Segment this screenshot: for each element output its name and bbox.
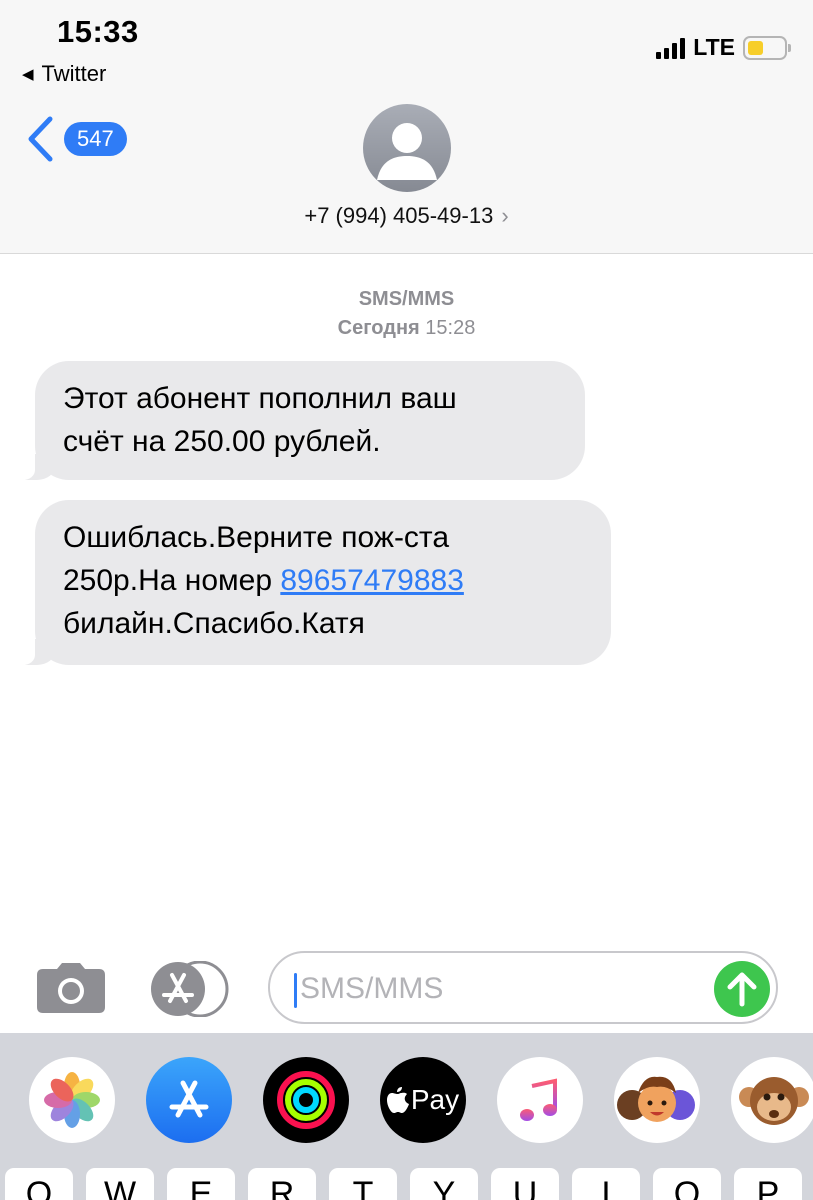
battery-icon [743,35,791,60]
music-app-button[interactable] [497,1057,583,1143]
back-triangle-icon: ◀ [22,66,34,83]
message-line: Ошиблась.Верните пож-ста [63,521,450,554]
photos-app-button[interactable] [29,1057,115,1143]
message-line: счёт на 250.00 рублей. [63,425,381,458]
key-e[interactable]: E [167,1168,235,1200]
thread-meta: SMS/MMS Сегодня 15:28 [0,285,813,343]
send-button[interactable] [714,961,770,1017]
animoji-app-button[interactable] [731,1057,813,1143]
key-r[interactable]: R [248,1168,316,1200]
status-time: 15:33 [57,14,139,49]
key-y[interactable]: Y [410,1168,478,1200]
key-o[interactable]: O [653,1168,721,1200]
fitness-icon [277,1071,335,1129]
network-type: LTE [693,34,735,60]
chevron-right-icon: › [501,203,509,228]
memoji-app-button[interactable] [614,1057,700,1143]
app-store-app-button[interactable] [146,1057,232,1143]
back-button[interactable]: 547 [26,116,127,162]
back-to-app-link[interactable]: ◀ Twitter [22,61,106,87]
app-store-icon [151,960,229,1018]
apple-pay-label: Pay [410,1084,460,1115]
day-label: Сегодня [337,317,420,339]
service-label: SMS/MMS [358,288,455,310]
arrow-up-icon [727,972,757,1007]
incoming-message-bubble[interactable]: Ошиблась.Верните пож-ста 250р.На номер 8… [13,500,611,665]
music-note-icon [520,1078,557,1121]
text-cursor [294,973,297,1008]
message-line: билайн.Спасибо.Катя [63,607,365,640]
memoji-icon [617,1076,695,1122]
status-indicators: LTE [656,34,791,61]
animoji-monkey-icon [739,1077,809,1125]
keyboard: Q W E R T Y U I O P [0,1140,813,1200]
contact-number: +7 (994) 405-49-13 [304,203,494,228]
app-store-icon [169,1080,209,1118]
camera-button[interactable] [37,963,105,1013]
key-u[interactable]: U [491,1168,559,1200]
person-silhouette-icon [377,123,437,180]
back-app-label: Twitter [41,61,107,86]
message-input-container [268,951,778,1024]
message-line: 250р.На номер [63,564,281,597]
camera-icon [37,963,105,1013]
key-w[interactable]: W [86,1168,154,1200]
apple-logo-icon [386,1087,409,1113]
key-t[interactable]: T [329,1168,397,1200]
fitness-app-button[interactable] [263,1057,349,1143]
cellular-signal-icon [656,37,686,59]
app-drawer-button[interactable] [150,960,230,1018]
key-i[interactable]: I [572,1168,640,1200]
unread-count-badge: 547 [64,122,127,156]
incoming-message-bubble[interactable]: Этот абонент пополнил ваш счёт на 250.00… [13,361,585,480]
contact-avatar[interactable] [363,104,451,192]
conversation-header: 15:33 ◀ Twitter LTE 547 +7 (994) 405-49-… [0,0,813,254]
apple-pay-app-button[interactable]: Pay [380,1057,466,1143]
chevron-left-icon [28,116,53,162]
phone-number-link[interactable]: 89657479883 [280,564,464,597]
message-time: 15:28 [425,317,476,339]
contact-name-button[interactable]: +7 (994) 405-49-13 › [0,203,813,229]
message-input[interactable] [300,965,700,1013]
key-p[interactable]: P [734,1168,802,1200]
key-q[interactable]: Q [5,1168,73,1200]
message-line: Этот абонент пополнил ваш [63,382,457,415]
photos-icon [44,1072,100,1128]
